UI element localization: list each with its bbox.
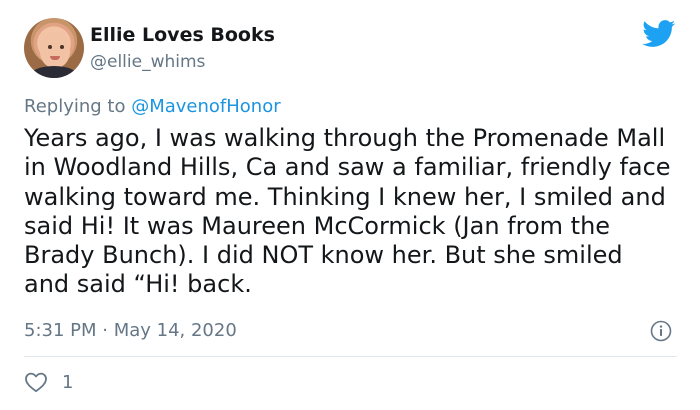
replying-to-mention-link[interactable]: @MavenofHonor [131, 96, 280, 117]
info-icon[interactable] [650, 320, 672, 342]
like-count: 1 [62, 372, 74, 393]
author-display-name[interactable]: Ellie Loves Books [90, 24, 275, 46]
author-handle[interactable]: @ellie_whims [90, 52, 205, 72]
avatar-shirt [30, 66, 78, 78]
replying-to-line: Replying to @MavenofHonor [24, 96, 281, 117]
tweet-body-text: Years ago, I was walking through the Pro… [24, 124, 671, 299]
tweet-timestamp[interactable]: 5:31 PM · May 14, 2020 [24, 320, 237, 341]
heart-icon[interactable] [24, 371, 48, 393]
author-avatar[interactable] [24, 18, 84, 78]
avatar-eye [60, 45, 64, 49]
divider [24, 356, 677, 357]
twitter-bird-icon[interactable] [642, 20, 676, 48]
avatar-face [40, 32, 70, 68]
replying-to-label: Replying to [24, 96, 132, 117]
avatar-eye [48, 45, 52, 49]
